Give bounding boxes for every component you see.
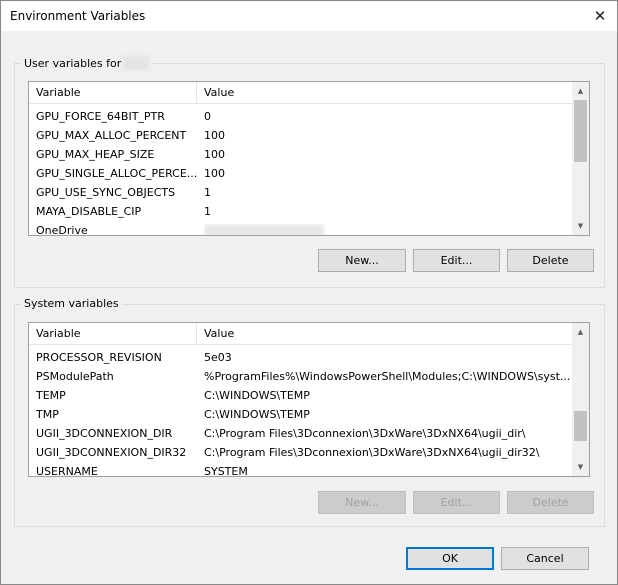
close-icon[interactable]: ✕ [583, 1, 617, 31]
table-row[interactable]: GPU_USE_SYNC_OBJECTS 1 [29, 183, 589, 202]
column-header-variable[interactable]: Variable [36, 327, 81, 340]
table-row[interactable]: GPU_FORCE_64BIT_PTR 0 [29, 107, 589, 126]
table-row[interactable]: TMP C:\WINDOWS\TEMP [29, 405, 589, 424]
system-variables-list[interactable]: Variable Value PROCESSOR_REVISION 5e03 P… [28, 322, 590, 477]
column-divider [196, 82, 197, 103]
cancel-button[interactable]: Cancel [501, 547, 589, 570]
system-variables-group: System variables Variable Value PROCESSO… [14, 297, 605, 527]
variable-name: GPU_FORCE_64BIT_PTR [36, 110, 165, 123]
variable-name: OneDrive [36, 224, 88, 236]
variable-name: GPU_MAX_HEAP_SIZE [36, 148, 155, 161]
variable-value: 100 [204, 129, 225, 142]
user-edit-button[interactable]: Edit... [413, 249, 500, 272]
table-row[interactable]: PSModulePath %ProgramFiles%\WindowsPower… [29, 367, 589, 386]
chevron-down-icon[interactable]: ▼ [572, 460, 589, 474]
scrollbar-thumb[interactable] [574, 411, 587, 441]
system-delete-button[interactable]: Delete [507, 491, 594, 514]
redacted-username [123, 56, 150, 70]
column-header-value[interactable]: Value [204, 327, 234, 340]
column-header-variable[interactable]: Variable [36, 86, 81, 99]
user-variables-label-text: User variables for [24, 56, 122, 70]
table-row[interactable]: TEMP C:\WINDOWS\TEMP [29, 386, 589, 405]
variable-value: SYSTEM [204, 465, 248, 477]
user-variables-group: User variables for Variable Value GPU_FO… [14, 56, 605, 288]
variable-value [204, 224, 574, 235]
system-variables-label: System variables [21, 297, 122, 310]
column-divider [196, 323, 197, 344]
table-row[interactable]: GPU_MAX_HEAP_SIZE 100 [29, 145, 589, 164]
vertical-scrollbar[interactable]: ▲ ▼ [572, 82, 589, 235]
table-row[interactable]: PROCESSOR_REVISION 5e03 [29, 348, 589, 367]
variable-name: PSModulePath [36, 370, 114, 383]
table-row[interactable]: USERNAME SYSTEM [29, 462, 589, 477]
table-row[interactable]: UGII_3DCONNEXION_DIR32 C:\Program Files\… [29, 443, 589, 462]
variable-name: UGII_3DCONNEXION_DIR [36, 427, 173, 440]
variable-name: USERNAME [36, 465, 98, 477]
table-row[interactable]: MAYA_DISABLE_CIP 1 [29, 202, 589, 221]
table-row[interactable]: GPU_MAX_ALLOC_PERCENT 100 [29, 126, 589, 145]
variable-name: MAYA_DISABLE_CIP [36, 205, 142, 218]
variable-value: C:\Program Files\3Dconnexion\3DxWare\3Dx… [204, 427, 526, 440]
environment-variables-dialog: Environment Variables ✕ User variables f… [0, 0, 618, 585]
user-variables-list[interactable]: Variable Value GPU_FORCE_64BIT_PTR 0 GPU… [28, 81, 590, 236]
variable-name: PROCESSOR_REVISION [36, 351, 162, 364]
variable-value: 100 [204, 167, 225, 180]
table-row[interactable]: UGII_3DCONNEXION_DIR C:\Program Files\3D… [29, 424, 589, 443]
variable-value: 100 [204, 148, 225, 161]
chevron-up-icon[interactable]: ▲ [572, 84, 589, 98]
variable-name: GPU_MAX_ALLOC_PERCENT [36, 129, 187, 142]
list-header: Variable Value [29, 82, 589, 104]
variable-value: C:\Program Files\3Dconnexion\3DxWare\3Dx… [204, 446, 540, 459]
variable-name: GPU_SINGLE_ALLOC_PERCE... [36, 167, 198, 180]
variable-value: 1 [204, 186, 211, 199]
system-variables-label-text: System variables [24, 297, 119, 310]
ok-button[interactable]: OK [406, 547, 494, 570]
variable-name: TMP [36, 408, 59, 421]
title-bar: Environment Variables ✕ [1, 1, 617, 31]
list-header: Variable Value [29, 323, 589, 345]
chevron-down-icon[interactable]: ▼ [572, 219, 589, 233]
column-header-value[interactable]: Value [204, 86, 234, 99]
variable-value: 5e03 [204, 351, 232, 364]
redacted-value [204, 224, 324, 235]
variable-name: TEMP [36, 389, 66, 402]
user-variables-label: User variables for [21, 56, 153, 70]
variable-name: GPU_USE_SYNC_OBJECTS [36, 186, 176, 199]
variable-value: C:\WINDOWS\TEMP [204, 389, 310, 402]
user-new-button[interactable]: New... [318, 249, 406, 272]
chevron-up-icon[interactable]: ▲ [572, 325, 589, 339]
system-new-button[interactable]: New... [318, 491, 406, 514]
scrollbar-thumb[interactable] [574, 100, 587, 162]
table-row[interactable]: GPU_SINGLE_ALLOC_PERCE... 100 [29, 164, 589, 183]
variable-value: C:\WINDOWS\TEMP [204, 408, 310, 421]
variable-value: 0 [204, 110, 211, 123]
table-row[interactable]: OneDrive [29, 221, 589, 236]
window-title: Environment Variables [10, 9, 146, 23]
variable-name: UGII_3DCONNEXION_DIR32 [36, 446, 187, 459]
user-delete-button[interactable]: Delete [507, 249, 594, 272]
system-edit-button[interactable]: Edit... [413, 491, 500, 514]
variable-value: 1 [204, 205, 211, 218]
vertical-scrollbar[interactable]: ▲ ▼ [572, 323, 589, 476]
variable-value: %ProgramFiles%\WindowsPowerShell\Modules… [204, 370, 571, 383]
